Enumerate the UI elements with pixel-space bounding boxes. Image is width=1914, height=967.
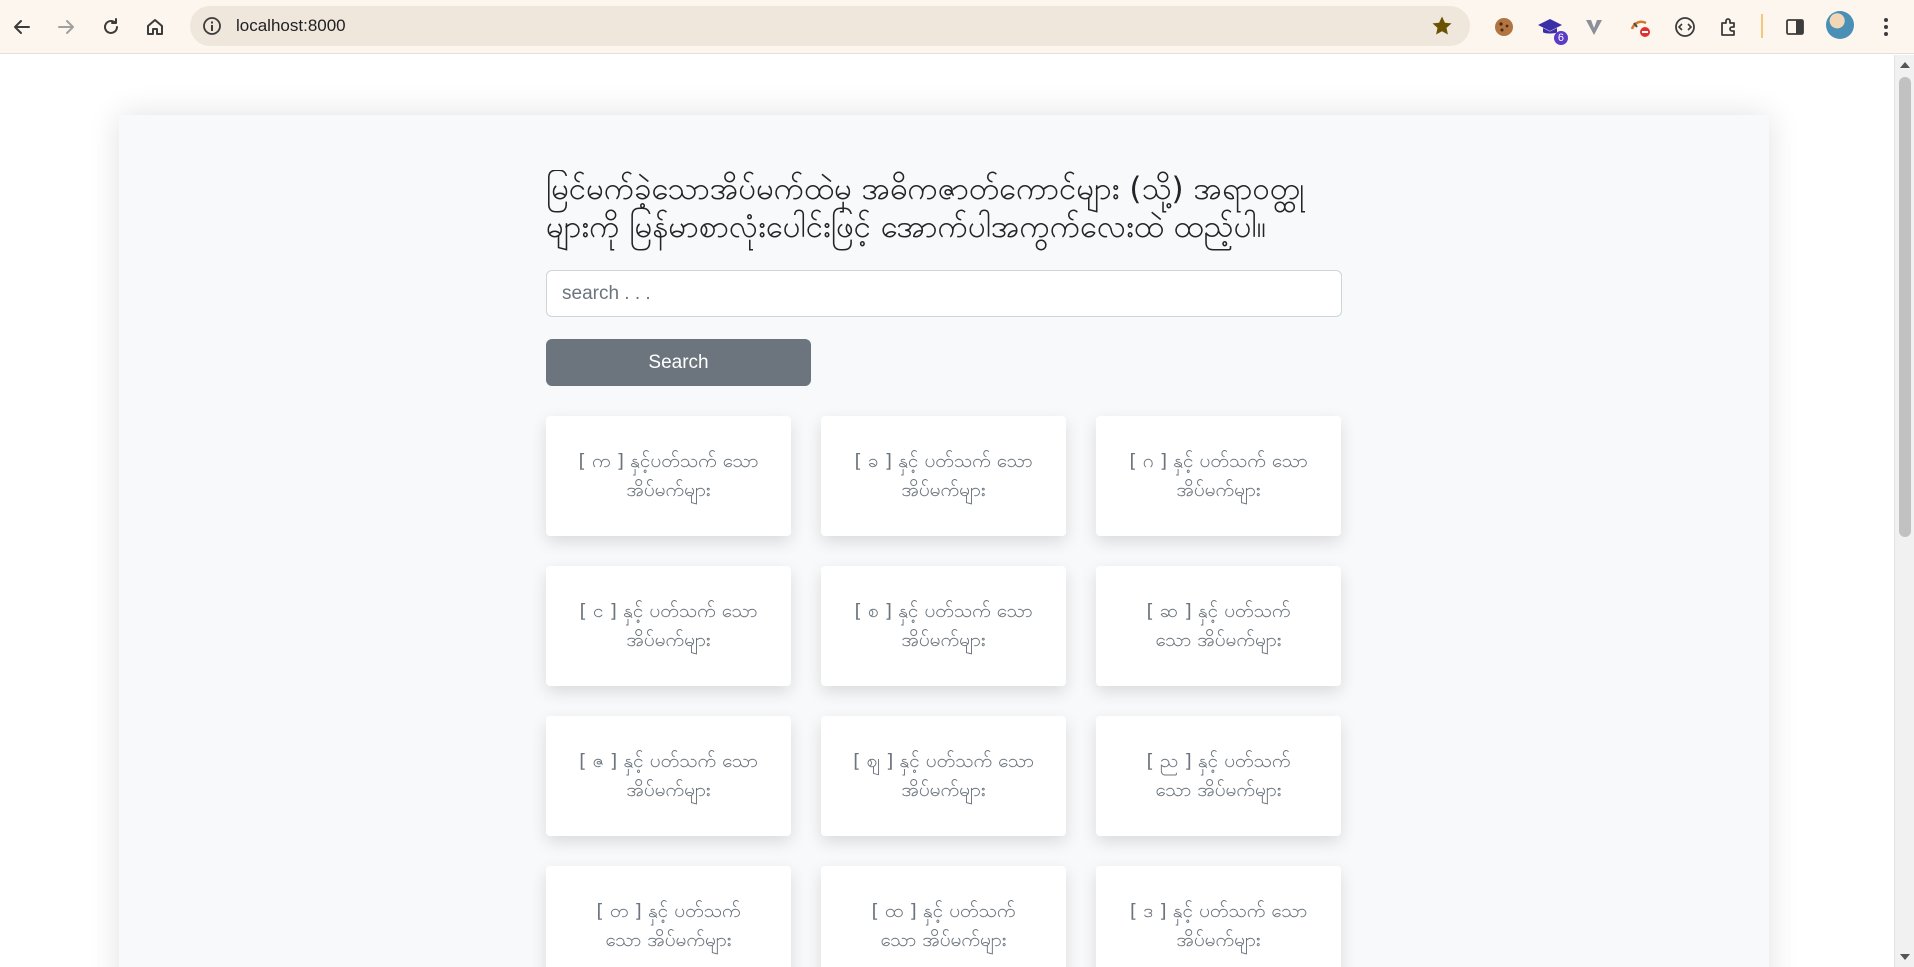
home-icon <box>147 19 163 35</box>
tile-label: [ စ ] နှင့် ပတ်သက် သော အိပ်မက်များ <box>854 600 1033 651</box>
scrollbar-thumb[interactable] <box>1899 77 1911 537</box>
toolbar-separator <box>1761 14 1763 38</box>
puzzle-extensions-icon[interactable] <box>1713 11 1745 43</box>
reload-button[interactable] <box>93 9 129 45</box>
home-button[interactable] <box>137 9 173 45</box>
letter-tile-nya[interactable]: [ ည ] နှင့် ပတ်သက် သော အိပ်မက်များ <box>1096 716 1341 836</box>
main-content: မြင်မက်ခဲ့သောအိပ်မက်ထဲမှ အဓိကဇာတ်ကောင်မျ… <box>546 170 1342 967</box>
site-info-icon[interactable] <box>202 16 222 40</box>
letter-tile-da[interactable]: [ ဒ ] နှင့် ပတ်သက် သော အိပ်မက်များ <box>1096 866 1341 967</box>
tile-label: [ ည ] နှင့် ပတ်သက် သော အိပ်မက်များ <box>1146 750 1291 801</box>
devtools-extension-icon[interactable] <box>1669 11 1701 43</box>
bookmark-star-icon[interactable] <box>1430 14 1454 42</box>
url-text: localhost:8000 <box>236 16 346 35</box>
tile-label: [ ဒ ] နှင့် ပတ်သက် သော အိပ်မက်များ <box>1129 900 1308 951</box>
letter-tile-sa[interactable]: [ စ ] နှင့် ပတ်သက် သော အိပ်မက်များ <box>821 566 1066 686</box>
arrow-right-icon <box>58 20 74 34</box>
letter-tile-nga[interactable]: [ င ] နှင့် ပတ်သက် သော အိပ်မက်များ <box>546 566 791 686</box>
cookie-extension-icon[interactable] <box>1488 11 1520 43</box>
search-button[interactable]: Search <box>546 339 811 386</box>
address-bar[interactable]: localhost:8000 <box>190 6 1470 46</box>
tile-label: [ က ] နှင့်ပတ်သက် သော အိပ်မက်များ <box>578 450 759 501</box>
kebab-menu-icon[interactable] <box>1870 11 1902 43</box>
letter-tile-hta[interactable]: [ ထ ] နှင့် ပတ်သက် သော အိပ်မက်များ <box>821 866 1066 967</box>
extension-badge: 6 <box>1553 31 1568 45</box>
graduation-cap-extension-icon[interactable]: 6 <box>1534 11 1568 45</box>
reload-icon <box>104 18 118 34</box>
page-heading: မြင်မက်ခဲ့သောအိပ်မက်ထဲမှ အဓိကဇာတ်ကောင်မျ… <box>546 171 1305 245</box>
tile-label: [ ခ ] နှင့် ပတ်သက် သော အိပ်မက်များ <box>854 450 1033 501</box>
letter-tile-zha[interactable]: [ ဈ ] နှင့် ပတ်သက် သော အိပ်မက်များ <box>821 716 1066 836</box>
tile-label: [ တ ] နှင့် ပတ်သက် သော အိပ်မက်များ <box>596 900 741 951</box>
tile-label: [ င ] နှင့် ပတ်သက် သော အိပ်မက်များ <box>579 600 758 651</box>
letter-tile-kha[interactable]: [ ခ ] နှင့် ပတ်သက် သော အိပ်မက်များ <box>821 416 1066 536</box>
arrow-left-icon <box>14 20 30 34</box>
letter-tile-ka[interactable]: [ က ] နှင့်ပတ်သက် သော အိပ်မက်များ <box>546 416 791 536</box>
blocked-extension-icon[interactable] <box>1624 11 1656 43</box>
search-input[interactable] <box>546 270 1342 317</box>
scroll-down-arrow-icon[interactable] <box>1900 954 1910 960</box>
tile-label: [ ထ ] နှင့် ပတ်သက် သော အိပ်မက်များ <box>871 900 1016 951</box>
letter-tile-ga[interactable]: [ ဂ ] နှင့် ပတ်သက် သော အိပ်မက်များ <box>1096 416 1341 536</box>
forward-button[interactable] <box>48 9 84 45</box>
browser-toolbar: localhost:8000 6 <box>0 0 1914 54</box>
tile-label: [ ဇ ] နှင့် ပတ်သက် သော အိပ်မက်များ <box>579 750 758 801</box>
side-panel-icon[interactable] <box>1779 11 1811 43</box>
tile-label: [ ဆ ] နှင့် ပတ်သက် သော အိပ်မက်များ <box>1146 600 1291 651</box>
letter-tile-za[interactable]: [ ဇ ] နှင့် ပတ်သက် သော အိပ်မက်များ <box>546 716 791 836</box>
letter-tile-hsa[interactable]: [ ဆ ] နှင့် ပတ်သက် သော အိပ်မက်များ <box>1096 566 1341 686</box>
back-button[interactable] <box>4 9 40 45</box>
tile-label: [ ဂ ] နှင့် ပတ်သက် သော အိပ်မက်များ <box>1129 450 1308 501</box>
page-scrollbar[interactable] <box>1894 55 1914 967</box>
page-viewport: မြင်မက်ခဲ့သောအိပ်မက်ထဲမှ အဓိကဇာတ်ကောင်မျ… <box>0 55 1894 967</box>
v-extension-icon[interactable] <box>1578 11 1610 43</box>
profile-avatar[interactable] <box>1826 11 1854 39</box>
tile-label: [ ဈ ] နှင့် ပတ်သက် သော အိပ်မက်များ <box>853 750 1034 801</box>
letter-tile-ta[interactable]: [ တ ] နှင့် ပတ်သက် သော အိပ်မက်များ <box>546 866 791 967</box>
letter-grid: [ က ] နှင့်ပတ်သက် သော အိပ်မက်များ [ ခ ] … <box>546 416 1342 967</box>
scroll-up-arrow-icon[interactable] <box>1900 62 1910 68</box>
